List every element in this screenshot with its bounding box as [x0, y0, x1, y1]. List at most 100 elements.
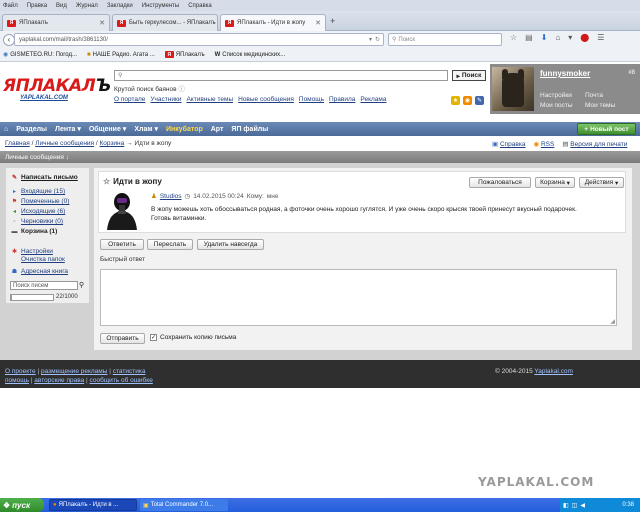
menu-bookmarks[interactable]: Закладки: [107, 3, 133, 9]
new-tab-button[interactable]: +: [330, 16, 335, 26]
new-post-button[interactable]: + Новый пост: [577, 123, 636, 135]
settings-link[interactable]: ✱ Настройки: [11, 248, 53, 255]
pocket-icon[interactable]: ▾: [568, 33, 572, 42]
link-help[interactable]: Помощь: [299, 96, 324, 103]
clean-folders-link[interactable]: Очистка папок: [11, 256, 65, 263]
folder-inbox[interactable]: ▸ Входящие (15): [11, 188, 65, 195]
bookmark-nashe[interactable]: ■ НАШЕ Радио. Агата ...: [87, 52, 155, 58]
user-avatar[interactable]: [492, 67, 534, 111]
menu-tools[interactable]: Инструменты: [142, 3, 179, 9]
menu-help[interactable]: Справка: [188, 3, 212, 9]
folder-drafts[interactable]: ▫ Черновики (0): [11, 218, 63, 225]
forward-button[interactable]: Переслать: [147, 239, 193, 250]
mail-search-input[interactable]: Поиск писем: [10, 281, 78, 290]
user-posts-link[interactable]: Мои посты: [540, 102, 573, 109]
footer-stats[interactable]: статистика: [113, 368, 146, 375]
sender-link[interactable]: Studios: [160, 193, 182, 200]
reply-button[interactable]: Ответить: [100, 239, 144, 250]
crumb-trash[interactable]: Корзина: [100, 140, 125, 147]
sender-avatar[interactable]: [103, 190, 141, 230]
copyright-site-link[interactable]: Yaplakal.com: [534, 368, 573, 375]
link-ads[interactable]: Реклама: [360, 96, 386, 103]
footer-help[interactable]: помощь: [5, 377, 29, 384]
user-mail-link[interactable]: Почта: [585, 92, 603, 99]
bookmark-gismeteo[interactable]: ◉ GISMETEO.RU: Погод...: [3, 51, 77, 59]
menu-edit[interactable]: Правка: [27, 3, 47, 9]
link-new-posts[interactable]: Новые сообщения: [238, 96, 294, 103]
bookmarks-list-icon[interactable]: ▤: [525, 33, 533, 42]
close-icon[interactable]: ✕: [315, 19, 321, 27]
home-icon[interactable]: ⌂: [555, 33, 560, 42]
delete-forever-button[interactable]: Удалить навсегда: [197, 239, 264, 250]
menu-history[interactable]: Журнал: [76, 3, 98, 9]
username-link[interactable]: funnysmoker: [540, 69, 590, 78]
menu-icon[interactable]: ☰: [597, 33, 604, 42]
bookmark-medical[interactable]: W Список медицинских...: [215, 52, 286, 58]
taskbar-item-totalcmd[interactable]: ▣ Total Commander 7.0...: [140, 499, 228, 511]
complain-button[interactable]: Пожаловаться: [469, 177, 531, 188]
taskbar-item-firefox[interactable]: ● ЯПлакалъ - Идти в ...: [49, 499, 137, 511]
user-topics-link[interactable]: Мои темы: [585, 102, 615, 109]
link-active-topics[interactable]: Активные темы: [186, 96, 233, 103]
nav-sections[interactable]: Разделы: [16, 126, 47, 133]
dropdown-icon[interactable]: ▾: [369, 36, 372, 43]
search-icon[interactable]: ⚲: [79, 281, 84, 289]
nav-feed[interactable]: Лента ▾: [55, 125, 81, 133]
star-icon[interactable]: ★: [451, 96, 460, 105]
language-icon[interactable]: ◧: [563, 502, 569, 509]
network-icon[interactable]: ◫: [572, 502, 578, 509]
reload-icon[interactable]: ↻: [375, 36, 380, 43]
site-search-input[interactable]: ⚲: [114, 70, 448, 81]
rss-link[interactable]: RSS: [541, 141, 554, 148]
menu-file[interactable]: Файл: [3, 3, 18, 9]
help-link[interactable]: Справка: [500, 141, 526, 148]
nav-art[interactable]: Арт: [211, 126, 224, 133]
footer-ads[interactable]: размещение рекламы: [41, 368, 107, 375]
bookmark-yaplakal[interactable]: Я ЯПлакалъ: [164, 51, 205, 58]
print-link[interactable]: Версия для печати: [570, 141, 627, 148]
bookmark-star-icon[interactable]: ☆: [510, 33, 517, 42]
crumb-home[interactable]: Главная: [5, 140, 30, 147]
folder-trash[interactable]: ▬ Корзина (1): [11, 228, 58, 235]
footer-about[interactable]: О проекте: [5, 368, 36, 375]
browser-tab-1[interactable]: Я ЯПлакалъ ✕: [2, 14, 110, 31]
save-copy-checkbox[interactable]: ✓: [150, 334, 157, 341]
nav-files[interactable]: ЯП файлы: [231, 126, 268, 133]
home-icon[interactable]: ⌂: [4, 126, 8, 133]
collapse-arrow-icon[interactable]: ↓: [66, 154, 69, 161]
link-about[interactable]: О портале: [114, 96, 145, 103]
browser-tab-3[interactable]: Я ЯПлакалъ - Идти в жопу ✕: [220, 14, 326, 31]
info-icon[interactable]: ⓘ: [178, 86, 185, 93]
adblock-icon[interactable]: ⬤: [580, 33, 589, 42]
url-input[interactable]: yaplakal.com/mail/trash/3861130/ ▾ ↻: [14, 33, 384, 46]
footer-copyright[interactable]: авторские права: [34, 377, 84, 384]
addressbook-link[interactable]: ☗ Адресная книга: [11, 268, 68, 275]
link-rules[interactable]: Правила: [329, 96, 355, 103]
save-copy-option[interactable]: ✓ Сохранить копию письма: [150, 334, 236, 341]
star-icon[interactable]: ☆: [103, 177, 110, 186]
browser-search-input[interactable]: ⚲ Поиск: [388, 33, 502, 46]
download-icon[interactable]: ⬇: [541, 33, 548, 42]
link-members[interactable]: Участники: [150, 96, 181, 103]
trash-menu-button[interactable]: Корзина ▾: [535, 177, 575, 188]
browser-tab-2[interactable]: Я Быть геркулесом... - ЯПлакалъ ✕: [112, 14, 218, 31]
folder-flagged[interactable]: ⚑ Помеченные (0): [11, 198, 70, 205]
compose-link[interactable]: ✎ Написать письмо: [11, 174, 78, 181]
rss-icon[interactable]: ◉: [463, 96, 472, 105]
start-button[interactable]: ❖ пуск: [0, 498, 44, 512]
site-logo[interactable]: ЯПЛАКАЛЪ YAPLAKAL.COM: [3, 78, 111, 104]
footer-report[interactable]: сообщить об ошибке: [90, 377, 153, 384]
nav-incubator[interactable]: Инкубатор: [166, 126, 203, 133]
folder-outbox[interactable]: ◂ Исходящие (6): [11, 208, 65, 215]
site-search-button[interactable]: ▸ Поиск: [452, 70, 486, 81]
user-settings-link[interactable]: Настройки: [540, 92, 572, 99]
quick-reply-textarea[interactable]: ◢: [100, 269, 617, 326]
close-icon[interactable]: ✕: [99, 19, 105, 27]
send-button[interactable]: Отправить: [100, 333, 145, 344]
nav-junk[interactable]: Хлам ▾: [134, 125, 158, 133]
volume-icon[interactable]: ◀: [580, 502, 585, 509]
pen-icon[interactable]: ✎: [475, 96, 484, 105]
actions-menu-button[interactable]: Действия ▾: [579, 177, 624, 188]
menu-view[interactable]: Вид: [56, 3, 67, 9]
crumb-pm[interactable]: Личные сообщения: [35, 140, 94, 147]
